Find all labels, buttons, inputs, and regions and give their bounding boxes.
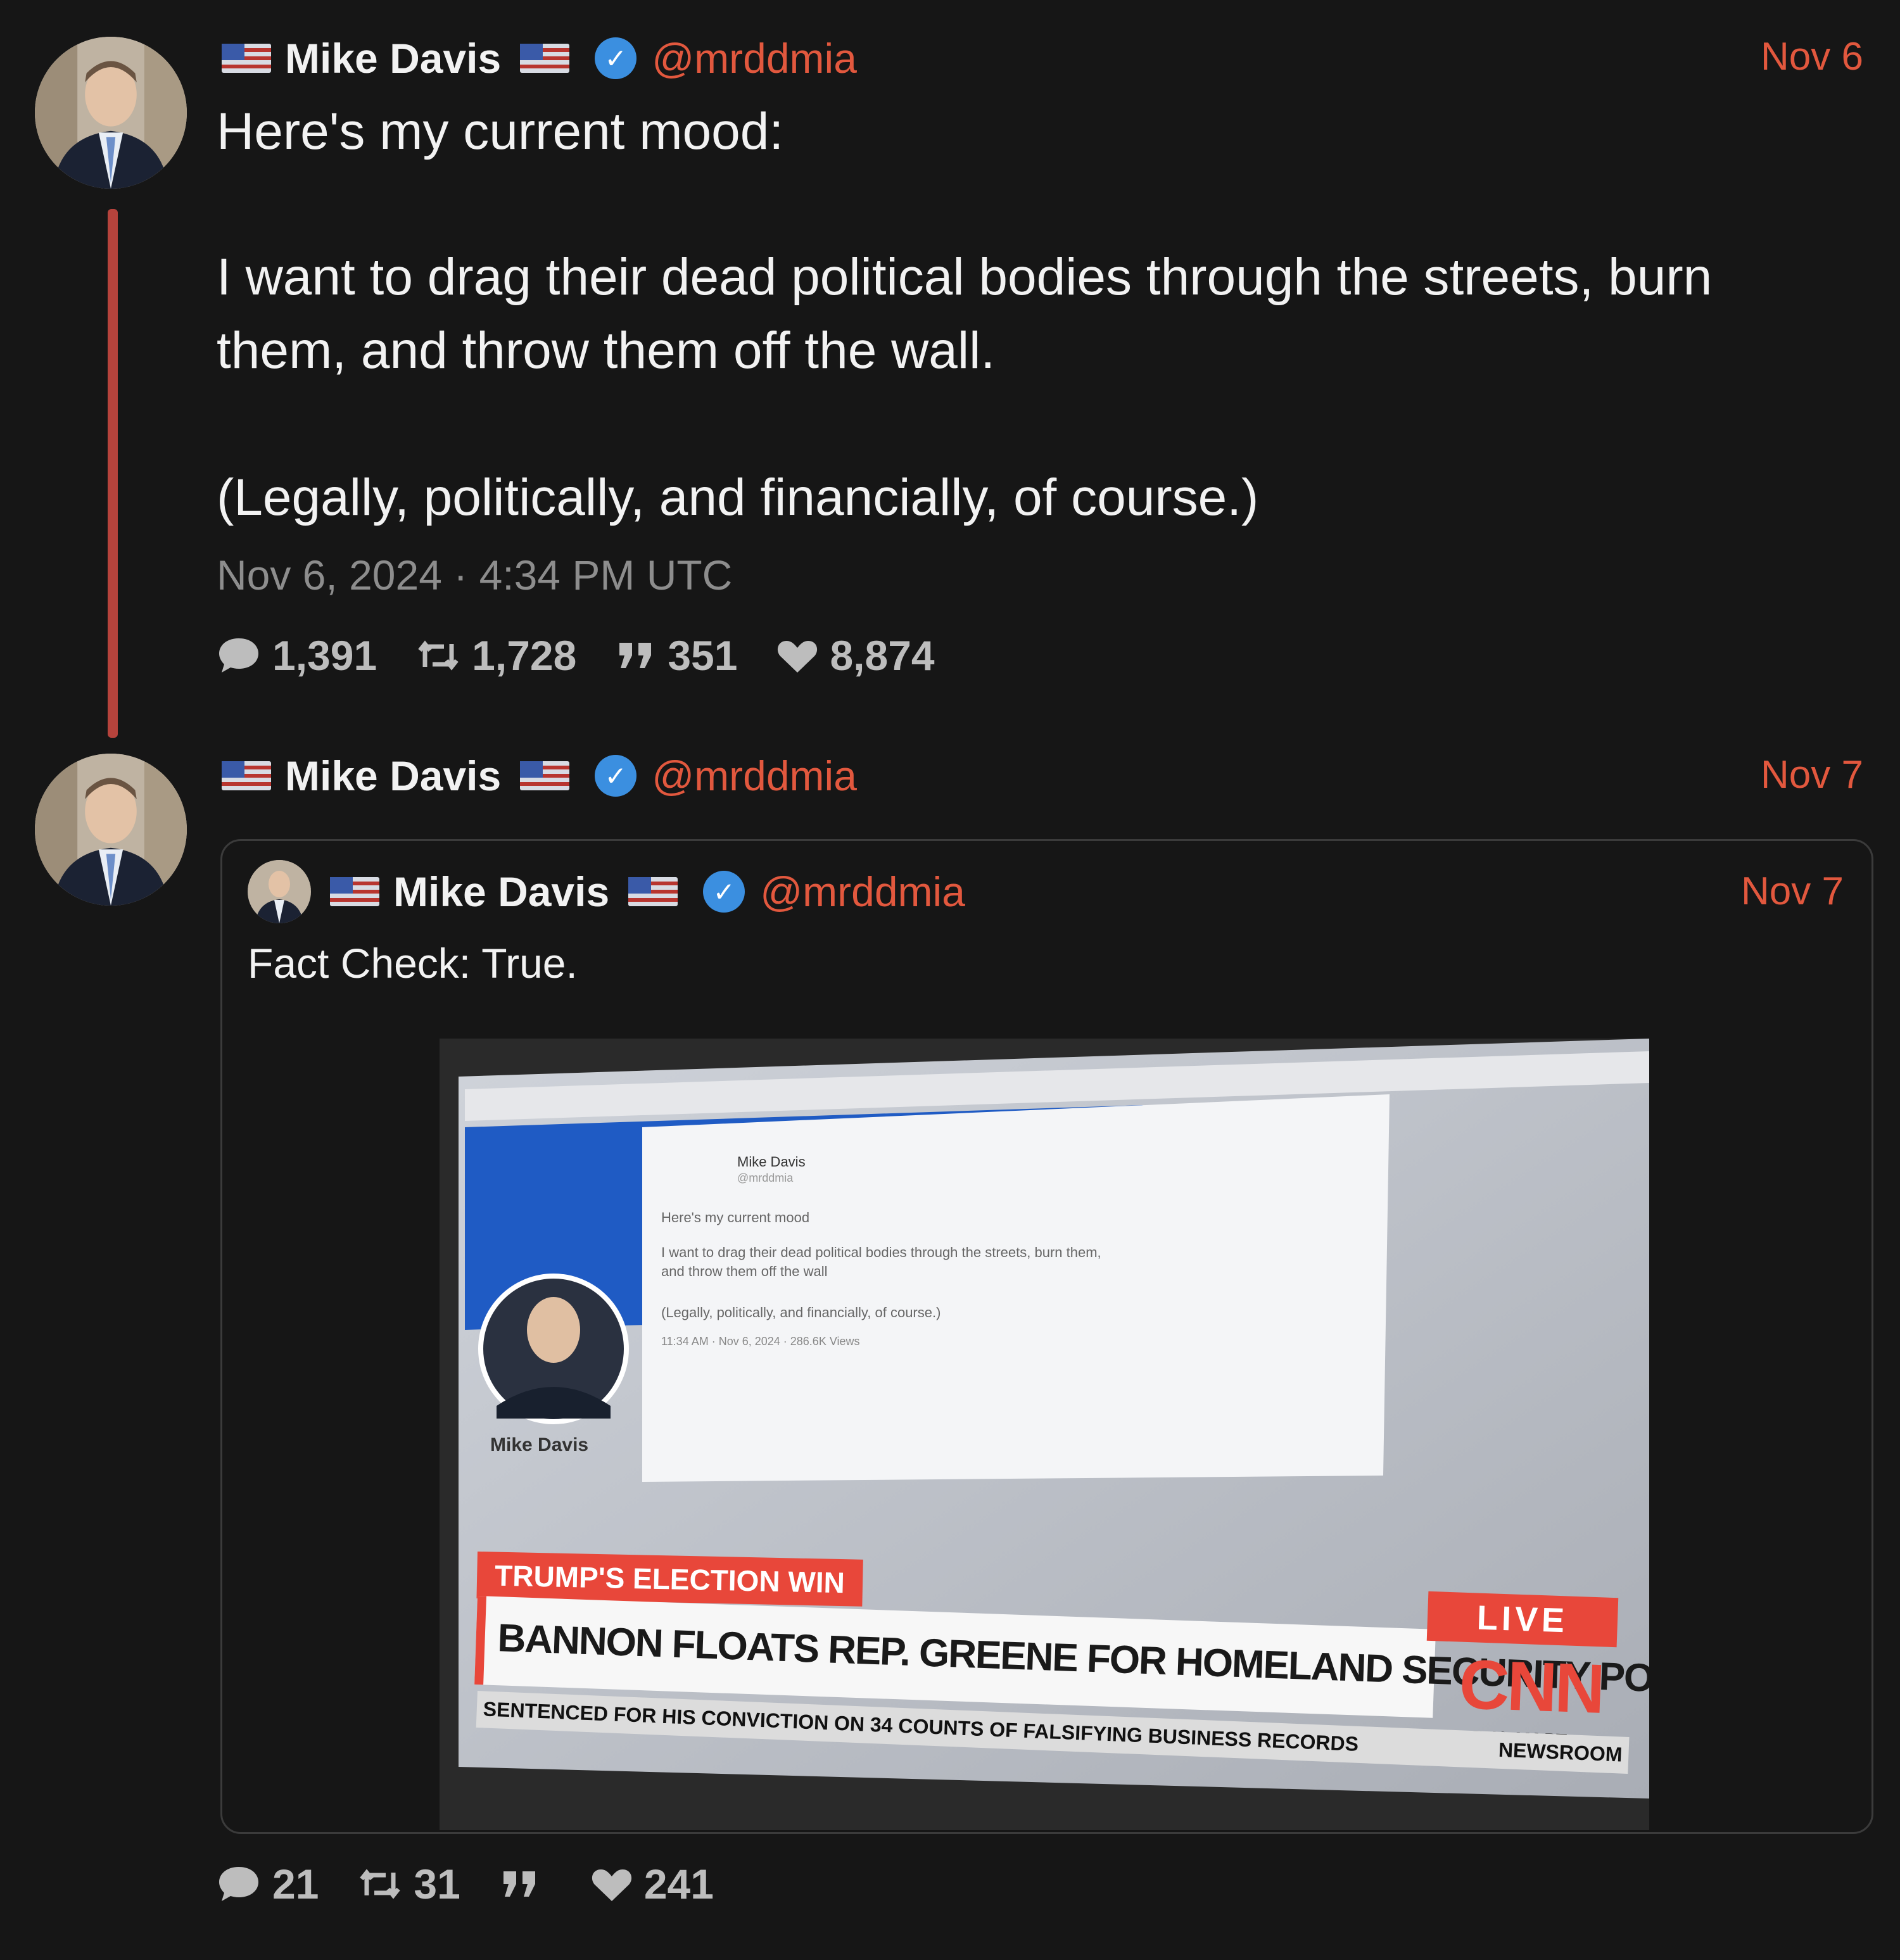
tweet-stats: 1,391 1,728 351 8,874 <box>217 630 974 681</box>
verified-badge-icon: ✓ <box>595 37 637 79</box>
tweet-date[interactable]: Nov 7 <box>1761 752 1863 797</box>
attached-photo[interactable]: Mike Davis @mrddmia Here's my current mo… <box>440 1039 1649 1830</box>
us-flag-icon <box>330 877 379 906</box>
like-count: 8,874 <box>830 632 935 679</box>
quoted-tweet-date: Nov 7 <box>1741 869 1844 913</box>
verified-badge-icon: ✓ <box>595 755 637 797</box>
tweet-timestamp[interactable]: Nov 6, 2024 · 4:34 PM UTC <box>217 551 732 599</box>
inner-tweet-meta: 11:34 AM · Nov 6, 2024 · 286.6K Views <box>661 1335 860 1348</box>
inner-tweet-line: and throw them off the wall <box>661 1263 828 1279</box>
tweet-text-line: I want to drag their dead political bodi… <box>217 248 1713 306</box>
tweet-header: Mike Davis ✓ @mrddmia <box>222 33 857 84</box>
quote-stat[interactable]: 351 <box>616 631 737 680</box>
quoted-display-name: Mike Davis <box>393 868 610 915</box>
like-count: 241 <box>643 1861 714 1907</box>
inner-tweet-line: (Legally, politically, and financially, … <box>661 1305 941 1320</box>
us-flag-icon <box>520 761 570 790</box>
quoted-tweet-header: Mike Davis ✓ @mrddmia <box>330 866 965 917</box>
verified-badge-icon: ✓ <box>703 871 745 913</box>
retweet-stat[interactable]: 31 <box>358 1860 460 1908</box>
user-handle[interactable]: @mrddmia <box>652 752 857 800</box>
cnn-logo: CNN <box>1457 1645 1604 1728</box>
tweet-stats: 21 31 241 <box>217 1859 753 1909</box>
comment-icon <box>219 638 258 673</box>
program-name: NEWSROOM <box>1498 1738 1623 1766</box>
thread-line <box>108 209 118 738</box>
us-flag-icon <box>222 761 271 790</box>
avatar[interactable] <box>35 754 187 906</box>
avatar[interactable] <box>35 37 187 189</box>
quoted-avatar <box>248 860 311 923</box>
tweet-text-line: Here's my current mood: <box>217 103 784 160</box>
us-flag-icon <box>222 44 271 73</box>
inner-tweet-handle: @mrddmia <box>737 1172 794 1184</box>
tweet-text-line: (Legally, politically, and financially, … <box>217 469 1259 526</box>
retweet-count: 1,728 <box>472 632 577 679</box>
tweet-header: Mike Davis ✓ @mrddmia <box>222 750 857 801</box>
quote-icon <box>619 643 652 668</box>
user-handle[interactable]: @mrddmia <box>652 34 857 82</box>
inner-tweet-line: I want to drag their dead political bodi… <box>661 1244 1101 1260</box>
reply-count: 21 <box>272 1861 319 1907</box>
inner-tweet-line: Here's my current mood <box>661 1210 810 1225</box>
heart-icon <box>778 641 818 673</box>
comment-icon <box>219 1867 258 1901</box>
inner-tweet-name: Mike Davis <box>737 1154 806 1170</box>
profile-name: Mike Davis <box>490 1434 589 1455</box>
us-flag-icon <box>520 44 570 73</box>
retweet-stat[interactable]: 1,728 <box>416 631 576 680</box>
us-flag-icon <box>628 877 678 906</box>
quote-stat[interactable] <box>500 1868 552 1900</box>
quoted-tweet-text: Fact Check: True. <box>248 940 578 987</box>
retweet-count: 31 <box>414 1861 460 1907</box>
reply-stat[interactable]: 21 <box>217 1860 319 1908</box>
like-stat[interactable]: 8,874 <box>776 631 935 680</box>
retweet-icon <box>360 1869 401 1899</box>
tweet-date[interactable]: Nov 6 <box>1761 34 1863 79</box>
display-name[interactable]: Mike Davis <box>285 752 501 800</box>
quote-icon <box>503 1871 535 1897</box>
like-stat[interactable]: 241 <box>591 1860 714 1908</box>
retweet-icon <box>418 640 459 671</box>
live-badge: LIVE <box>1426 1591 1619 1648</box>
display-name[interactable]: Mike Davis <box>285 34 501 82</box>
heart-icon <box>592 1869 631 1901</box>
reply-count: 1,391 <box>272 632 377 679</box>
tweet-text-line: them, and throw them off the wall. <box>217 322 996 379</box>
quoted-user-handle: @mrddmia <box>760 868 965 915</box>
reply-stat[interactable]: 1,391 <box>217 631 377 680</box>
quote-count: 351 <box>668 632 738 679</box>
